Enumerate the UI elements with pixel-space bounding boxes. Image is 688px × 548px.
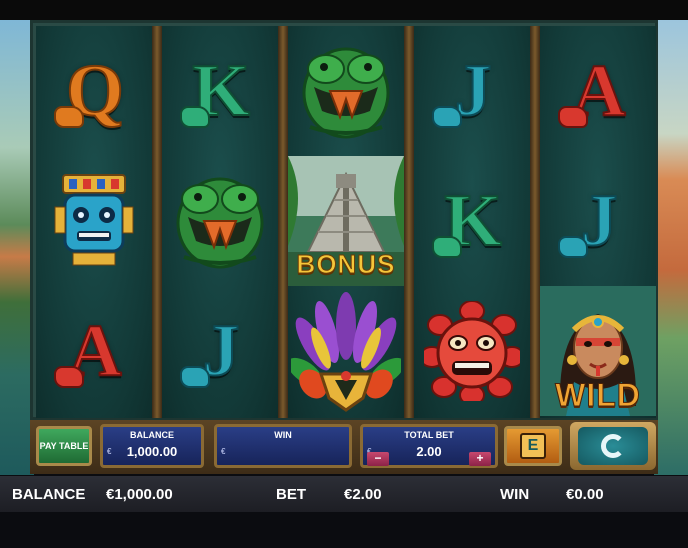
symbol-red-mask: [414, 286, 530, 416]
symbol-serpent: [162, 156, 278, 286]
status-win-label: WIN: [500, 486, 530, 503]
reel-divider: [152, 26, 162, 418]
paytable-button[interactable]: PAY TABLE: [36, 426, 92, 466]
reel-2: K J: [162, 26, 278, 418]
reel-divider: [278, 26, 288, 418]
status-balance-value: €1,000.00: [106, 486, 173, 503]
bet-minus-button[interactable]: −: [367, 452, 389, 466]
wild-label: WILD: [555, 377, 641, 414]
total-bet-panel: TOTAL BET € 2.00 − +: [360, 424, 498, 468]
symbol-blue-mask: [36, 156, 152, 286]
glyph-head-icon: [54, 106, 84, 128]
symbol-headdress: [288, 286, 404, 416]
glyph-head-icon: [180, 366, 210, 388]
win-panel: WIN €: [214, 424, 352, 468]
symbol-j: J: [162, 286, 278, 416]
glyph-head-icon: [54, 366, 84, 388]
spin-button-inner: [578, 427, 648, 465]
bonus-label: BONUS: [296, 249, 396, 280]
green-serpent-icon: [302, 47, 390, 139]
glyph-head-icon: [432, 106, 462, 128]
spin-arrow-icon: [601, 434, 625, 458]
glyph-head-icon: [432, 236, 462, 258]
symbol-wild: WILD: [540, 286, 656, 416]
glyph-head-icon: [180, 106, 210, 128]
e-button[interactable]: E: [504, 426, 562, 466]
blue-tiki-mask-icon: [54, 174, 134, 266]
reel-divider: [530, 26, 540, 418]
green-serpent-icon: [176, 177, 264, 269]
win-panel-label: WIN: [274, 430, 292, 440]
status-bet-label: BET: [276, 486, 306, 503]
reel-4: J K: [414, 26, 530, 418]
balance-panel: BALANCE € 1,000.00: [100, 424, 204, 468]
status-bar: BALANCE €1,000.00 BET €2.00 WIN €0.00: [0, 476, 688, 512]
symbol-bonus: BONUS: [288, 156, 404, 286]
status-win-value: €0.00: [566, 486, 604, 503]
symbol-k: K: [414, 156, 530, 286]
win-currency: €: [221, 447, 226, 456]
glyph-head-icon: [558, 236, 588, 258]
symbol-a: A: [36, 286, 152, 416]
control-panel: PAY TABLE BALANCE € 1,000.00 WIN € TOTAL…: [30, 420, 658, 474]
balance-panel-label: BALANCE: [130, 430, 174, 440]
feather-headdress-icon: [291, 292, 401, 412]
e-icon: E: [520, 433, 546, 459]
symbol-j: J: [414, 26, 530, 156]
glyph-head-icon: [558, 106, 588, 128]
reel-divider: [404, 26, 414, 418]
jungle-background-left: [0, 20, 34, 475]
status-balance-label: BALANCE: [12, 486, 86, 503]
bet-plus-button[interactable]: +: [469, 452, 491, 466]
bottom-bar: [0, 512, 688, 548]
symbol-a: A: [540, 26, 656, 156]
red-flower-mask-icon: [424, 301, 520, 401]
balance-panel-value: 1,000.00: [126, 444, 178, 459]
reel-1: Q A: [36, 26, 152, 418]
total-bet-label: TOTAL BET: [404, 430, 454, 440]
symbol-j: J: [540, 156, 656, 286]
spin-button[interactable]: [570, 422, 656, 470]
jungle-background-right: [654, 20, 688, 475]
top-bar: [0, 0, 688, 20]
symbol-k: K: [162, 26, 278, 156]
symbol-serpent: [288, 26, 404, 156]
reel-3: BONUS: [288, 26, 404, 418]
reel-5: A J WILD: [540, 26, 656, 418]
symbol-q: Q: [36, 26, 152, 156]
reels-area: Q A K J BONUS J K A J WILD: [30, 20, 658, 420]
status-bet-value: €2.00: [344, 486, 382, 503]
